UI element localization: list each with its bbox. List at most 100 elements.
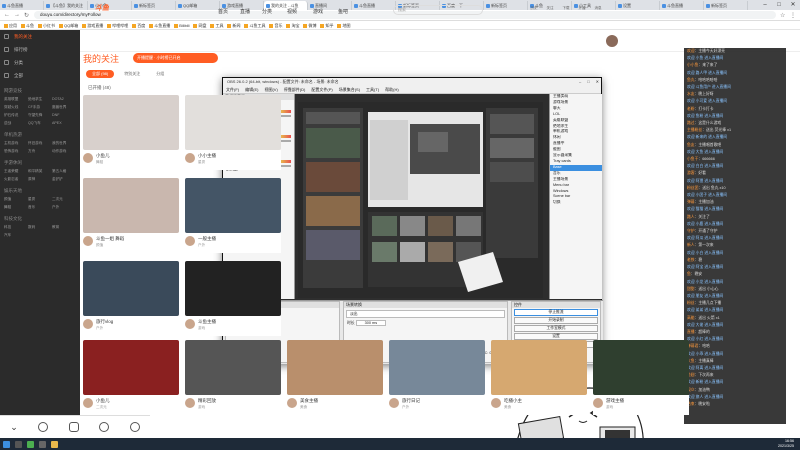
chat-user[interactable]: 鱼友 — [687, 143, 695, 147]
bookmark-item[interactable]: 地图 — [337, 21, 350, 29]
minimize-icon[interactable]: – — [579, 78, 581, 86]
card-thumbnail[interactable] — [389, 340, 485, 395]
card-thumbnail[interactable] — [83, 178, 179, 233]
sidebar-category-link[interactable]: 音乐 — [28, 204, 52, 210]
control-button[interactable]: 停止推流 — [514, 309, 598, 316]
browser-tab[interactable]: 【斗鱼】我的关注 — [44, 1, 88, 10]
card-streamer-name[interactable]: 游戏主播 — [606, 398, 686, 404]
card-thumbnail[interactable] — [593, 340, 689, 395]
chat-user[interactable]: 水友 — [687, 92, 695, 96]
avatar[interactable] — [185, 319, 195, 329]
header-icon-4[interactable]: 消息 — [592, 6, 604, 11]
transition-select[interactable]: 淡出 — [346, 310, 505, 318]
sidebar-category-link[interactable]: 魔兽世界 — [52, 104, 76, 110]
bookmark-item[interactable]: QQ邮箱 — [59, 21, 78, 29]
bookmark-item[interactable]: 游戏直播 — [82, 21, 103, 29]
filter-button[interactable]: 分组 — [150, 70, 170, 78]
duration-input[interactable]: 300 ms — [355, 320, 387, 326]
sidebar-category-link[interactable]: 我的世界 — [52, 140, 76, 146]
browser-tab[interactable]: 斗鱼直播 — [0, 1, 44, 10]
browser-tab[interactable]: 斗鱼直播 — [660, 1, 704, 10]
sidebar-category-link[interactable]: 金铲铲 — [52, 176, 76, 182]
card-thumbnail[interactable] — [83, 95, 179, 150]
sidebar-category-link[interactable]: 第五人格 — [52, 168, 76, 174]
follow-card[interactable]: 旅行日记 户外 — [389, 340, 485, 415]
hand-icon[interactable] — [99, 422, 110, 432]
chat-user[interactable]: 老铁 — [687, 258, 695, 262]
avatar[interactable] — [185, 236, 195, 246]
chevron-down-icon[interactable]: ⌄ — [10, 422, 18, 433]
avatar[interactable] — [83, 398, 93, 408]
avatar[interactable] — [185, 398, 195, 408]
chat-user[interactable]: 甜甜 — [687, 287, 695, 291]
site-nav-link[interactable]: 视频 — [287, 8, 297, 15]
card-streamer-name[interactable]: 精彩回放 — [198, 398, 278, 404]
avatar[interactable] — [83, 153, 93, 163]
sidebar-category-link[interactable]: 绝地求生 — [28, 96, 52, 102]
chat-user[interactable]: 鱼 — [687, 272, 691, 276]
avatar[interactable] — [389, 398, 399, 408]
follow-card[interactable]: 斗鱼一姐 舞蹈 颜值 — [83, 178, 179, 253]
card-streamer-name[interactable]: 旅行日记 — [402, 398, 482, 404]
header-icon-3[interactable]: 开播 — [576, 6, 588, 11]
chat-user[interactable]: 直播 — [687, 330, 695, 334]
site-nav-link[interactable]: 直播 — [240, 8, 250, 15]
sidebar-category-link[interactable]: 王者荣耀 — [4, 168, 28, 174]
bookmark-item[interactable]: 新闻 — [227, 21, 240, 29]
site-nav-link[interactable]: 鱼吧 — [338, 8, 348, 15]
avatar[interactable] — [287, 398, 297, 408]
obs-menu-item[interactable]: 场景集合(S) — [339, 86, 360, 93]
card-thumbnail[interactable] — [185, 178, 281, 233]
sidebar-category-link[interactable]: 颜值 — [4, 196, 28, 202]
heart-icon[interactable] — [38, 422, 49, 432]
browser-tab[interactable]: 新标签页 — [484, 1, 528, 10]
control-button[interactable]: 开始录制 — [514, 317, 598, 324]
card-streamer-name[interactable]: 吃播小主 — [504, 398, 584, 404]
card-streamer-name[interactable]: 斗鱼主播 — [198, 319, 278, 325]
close-icon[interactable]: ✕ — [786, 0, 800, 10]
bookmark-item[interactable]: 斗鱼 — [21, 21, 34, 29]
reload-icon[interactable]: ↻ — [24, 12, 30, 19]
card-thumbnail[interactable] — [491, 340, 587, 395]
bookmark-item[interactable]: 斗鱼工具 — [244, 21, 265, 29]
header-icon-2[interactable]: 下载 — [560, 6, 572, 11]
chat-user[interactable]: 小小鱼 — [687, 63, 698, 67]
browser-tab[interactable]: 新标签页 — [704, 1, 748, 10]
bookmark-item[interactable]: 微博 — [303, 21, 316, 29]
sidebar-nav-item[interactable]: 全部 — [0, 69, 80, 82]
chat-user[interactable]: 小鱼干 — [687, 157, 698, 161]
sidebar-category-link[interactable]: 守望先锋 — [28, 112, 52, 118]
promo-banner[interactable]: 开播提醒 · 小时榜已开启 — [133, 53, 218, 63]
sidebar-category-link[interactable]: 动作游戏 — [52, 148, 76, 154]
chat-user[interactable]: 新人 — [687, 243, 695, 247]
sidebar-category-link[interactable]: DNF — [52, 112, 76, 118]
chat-user[interactable]: 路人 — [687, 215, 695, 219]
chat-user[interactable]: 欢迎 — [687, 49, 695, 53]
browser-tab[interactable]: 设置 — [616, 1, 660, 10]
obs-preview[interactable] — [298, 102, 543, 298]
browser-tab[interactable]: QQ邮箱 — [176, 1, 220, 10]
filter-button[interactable]: 特别关注 — [118, 70, 146, 78]
start-icon[interactable] — [3, 440, 10, 448]
chrome-icon[interactable] — [27, 440, 34, 448]
sidebar-category-link[interactable]: 穿越火线 — [4, 104, 28, 110]
sidebar-category-link[interactable]: 数码 — [28, 224, 52, 230]
sidebar-category-link[interactable]: 方舟 — [28, 148, 52, 154]
card-streamer-name[interactable]: 一般主播 — [198, 236, 278, 242]
avatar[interactable] — [593, 398, 603, 408]
sidebar-category-link[interactable]: 星秀 — [28, 196, 52, 202]
obs-menu-item[interactable]: 工具(T) — [366, 86, 379, 93]
obs-menu-item[interactable]: 文件(F) — [226, 86, 239, 93]
bookmark-item[interactable]: 百度 — [132, 21, 145, 29]
site-nav-link[interactable]: 首页 — [218, 8, 228, 15]
sidebar-category-link[interactable]: APEX — [52, 120, 76, 126]
sidebar-category-link[interactable]: 火影忍者 — [4, 176, 28, 182]
bookmark-item[interactable]: 淘宝 — [286, 21, 299, 29]
sidebar-category-link[interactable]: DOTA2 — [52, 96, 76, 102]
sidebar-category-link[interactable]: 户外 — [52, 204, 76, 210]
card-thumbnail[interactable] — [185, 95, 281, 150]
search-input[interactable]: 搜索 — [393, 5, 483, 15]
scene-item[interactable]: 切换 — [550, 200, 602, 206]
obs-menu-item[interactable]: 编辑(E) — [245, 86, 258, 93]
header-icon-0[interactable]: 历史 — [528, 6, 540, 11]
